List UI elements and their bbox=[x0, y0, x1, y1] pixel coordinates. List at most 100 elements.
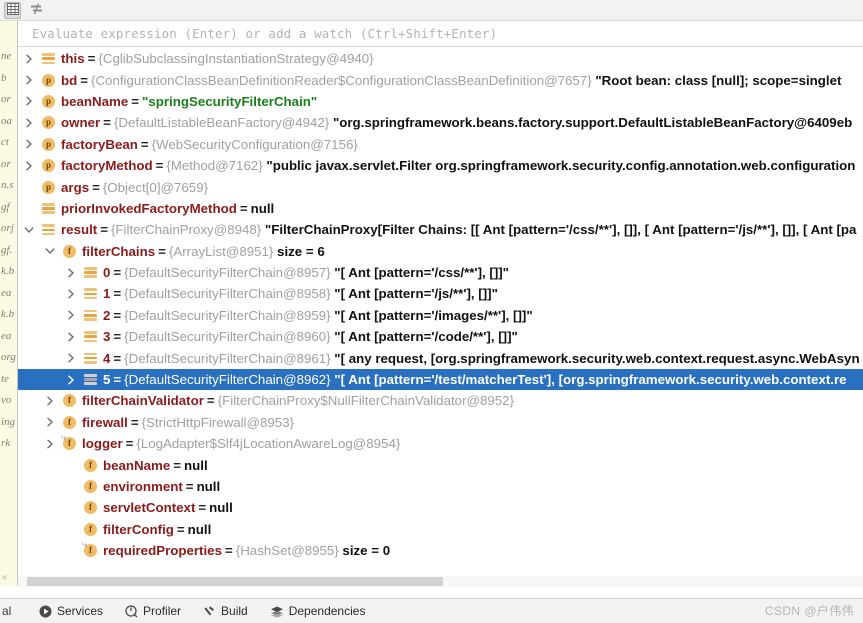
param-p-icon: p bbox=[42, 116, 55, 129]
chevron-right-icon[interactable] bbox=[65, 374, 77, 386]
chevron-down-icon[interactable] bbox=[23, 224, 35, 236]
variable-row[interactable]: fbeanName=null bbox=[18, 454, 863, 475]
statusbar-item-build[interactable]: Build bbox=[192, 599, 259, 623]
chevron-right-icon[interactable] bbox=[65, 352, 77, 364]
equals-sign: = bbox=[110, 308, 124, 323]
field-f-icon: f bbox=[63, 245, 76, 258]
variable-row[interactable]: ffirewall={StrictHttpFirewall@8953} bbox=[18, 412, 863, 433]
editor-peek-line: org bbox=[0, 347, 17, 369]
frames-view-toggle-button[interactable] bbox=[4, 2, 21, 19]
chevron-right-icon[interactable] bbox=[65, 331, 77, 343]
chevron-right-icon[interactable] bbox=[65, 309, 77, 321]
variable-name: logger bbox=[82, 436, 123, 451]
variable-row[interactable]: pfactoryBean={WebSecurityConfiguration@7… bbox=[18, 134, 863, 155]
field-f-icon: f bbox=[84, 501, 97, 514]
variable-row[interactable]: ffilterChainValidator={FilterChainProxy$… bbox=[18, 390, 863, 411]
variable-row[interactable]: 5={DefaultSecurityFilterChain@8962} "[ A… bbox=[18, 369, 863, 390]
variable-value: "springSecurityFilterChain" bbox=[142, 94, 317, 109]
variables-tree[interactable]: this={CglibSubclassingInstantiationStrat… bbox=[18, 48, 863, 586]
editor-peek-line: ea bbox=[0, 326, 17, 348]
variable-row[interactable]: 2={DefaultSecurityFilterChain@8959} "[ A… bbox=[18, 305, 863, 326]
variable-reference: {FilterChainProxy@8948} bbox=[111, 222, 261, 237]
hammer-icon bbox=[203, 605, 216, 618]
chevron-right-icon[interactable] bbox=[23, 53, 35, 65]
editor-peek-line: gf bbox=[0, 197, 17, 219]
statusbar-item-dependencies[interactable]: Dependencies bbox=[259, 599, 377, 623]
statusbar-item-label: Build bbox=[221, 604, 248, 618]
variable-value: null bbox=[251, 201, 275, 216]
variable-value: "[ Ant [pattern='/js/**'], []]" bbox=[334, 286, 498, 301]
variable-row[interactable]: f⤷requiredProperties={HashSet@8955} size… bbox=[18, 540, 863, 561]
variable-name: priorInvokedFactoryMethod bbox=[61, 201, 237, 216]
param-p-icon: p bbox=[42, 74, 55, 87]
sort-icon bbox=[30, 2, 43, 20]
variable-row[interactable]: 1={DefaultSecurityFilterChain@8958} "[ A… bbox=[18, 283, 863, 304]
equals-sign: = bbox=[128, 415, 142, 430]
variable-row[interactable]: priorInvokedFactoryMethod=null bbox=[18, 198, 863, 219]
statusbar-item-profiler[interactable]: Profiler bbox=[114, 599, 192, 623]
variable-content: filterChains={ArrayList@8951} size = 6 bbox=[82, 244, 325, 259]
chevron-right-icon[interactable] bbox=[23, 138, 35, 150]
variable-value: size = 6 bbox=[277, 244, 325, 259]
statusbar-item-services[interactable]: Services bbox=[28, 599, 114, 623]
variable-row[interactable]: f servletContext=null bbox=[18, 497, 863, 518]
variable-row[interactable]: ffilterConfig=null bbox=[18, 519, 863, 540]
evaluate-expression-bar[interactable]: Evaluate expression (Enter) or add a wat… bbox=[18, 21, 863, 47]
variable-name: result bbox=[61, 222, 97, 237]
variable-content: filterChainValidator={FilterChainProxy$N… bbox=[82, 393, 514, 408]
variable-content: factoryBean={WebSecurityConfiguration@71… bbox=[61, 137, 358, 152]
equals-sign: = bbox=[138, 137, 152, 152]
variable-name: servletContext bbox=[103, 500, 195, 515]
chevron-right-icon[interactable] bbox=[44, 438, 56, 450]
chevron-down-icon[interactable] bbox=[44, 245, 56, 257]
variable-row[interactable]: 0={DefaultSecurityFilterChain@8957} "[ A… bbox=[18, 262, 863, 283]
layers-icon bbox=[270, 605, 284, 618]
variable-row[interactable]: pfactoryMethod={Method@7162} "public jav… bbox=[18, 155, 863, 176]
variable-value: "FilterChainProxy[Filter Chains: [[ Ant … bbox=[265, 222, 856, 237]
param-p-icon: p bbox=[42, 159, 55, 172]
profiler-icon bbox=[125, 605, 138, 618]
editor-peek-line: n.s bbox=[0, 175, 17, 197]
chevron-right-icon[interactable] bbox=[23, 74, 35, 86]
value-bars-icon bbox=[42, 52, 55, 65]
variable-name: filterChains bbox=[82, 244, 155, 259]
variable-row[interactable]: powner={DefaultListableBeanFactory@4942}… bbox=[18, 112, 863, 133]
value-bars-icon bbox=[84, 352, 97, 365]
variable-value: "org.springframework.beans.factory.suppo… bbox=[333, 115, 852, 130]
variable-row[interactable]: this={CglibSubclassingInstantiationStrat… bbox=[18, 48, 863, 69]
sort-variables-toggle-button[interactable] bbox=[28, 2, 45, 19]
variable-row[interactable]: f filterChains={ArrayList@8951} size = 6 bbox=[18, 241, 863, 262]
value-bars-icon bbox=[84, 373, 97, 386]
variable-row[interactable]: result={FilterChainProxy@8948} "FilterCh… bbox=[18, 219, 863, 240]
horizontal-scrollbar[interactable] bbox=[18, 576, 863, 587]
variable-row[interactable]: pbeanName="springSecurityFilterChain" bbox=[18, 91, 863, 112]
chevron-right-icon[interactable] bbox=[65, 288, 77, 300]
variable-row[interactable]: 3={DefaultSecurityFilterChain@8960} "[ A… bbox=[18, 326, 863, 347]
equals-sign: = bbox=[155, 244, 169, 259]
collapse-chevron-icon[interactable]: « bbox=[2, 572, 8, 583]
variable-row[interactable]: pargs={Object[0]@7659} bbox=[18, 176, 863, 197]
variable-reference: {DefaultSecurityFilterChain@8960} bbox=[124, 329, 330, 344]
chevron-right-icon[interactable] bbox=[65, 267, 77, 279]
horizontal-scrollbar-thumb[interactable] bbox=[27, 577, 443, 586]
variable-content: logger={LogAdapter$Slf4jLocationAwareLog… bbox=[82, 436, 400, 451]
variable-row[interactable]: fenvironment=null bbox=[18, 476, 863, 497]
variable-name: args bbox=[61, 180, 89, 195]
variable-name: factoryMethod bbox=[61, 158, 153, 173]
variable-row[interactable]: f⤷logger={LogAdapter$Slf4jLocationAwareL… bbox=[18, 433, 863, 454]
variable-name: firewall bbox=[82, 415, 128, 430]
variable-row[interactable]: 4={DefaultSecurityFilterChain@8961} "[ a… bbox=[18, 347, 863, 368]
chevron-right-icon[interactable] bbox=[23, 95, 35, 107]
variable-content: 2={DefaultSecurityFilterChain@8959} "[ A… bbox=[103, 308, 533, 323]
statusbar-partial-label[interactable]: al bbox=[0, 604, 28, 618]
editor-peek-line: b bbox=[0, 68, 17, 90]
chevron-right-icon[interactable] bbox=[44, 416, 56, 428]
chevron-right-icon[interactable] bbox=[23, 160, 35, 172]
variable-row[interactable]: pbd={ConfigurationClassBeanDefinitionRea… bbox=[18, 69, 863, 90]
debugger-variables-panel: neboroactorn.sgforjgf.k.beak.beaorgtevoi… bbox=[0, 0, 863, 623]
chevron-right-icon[interactable] bbox=[44, 395, 56, 407]
chevron-right-icon[interactable] bbox=[23, 117, 35, 129]
variable-content: servletContext=null bbox=[103, 500, 233, 515]
variable-content: priorInvokedFactoryMethod=null bbox=[61, 201, 274, 216]
variable-content: this={CglibSubclassingInstantiationStrat… bbox=[61, 51, 374, 66]
